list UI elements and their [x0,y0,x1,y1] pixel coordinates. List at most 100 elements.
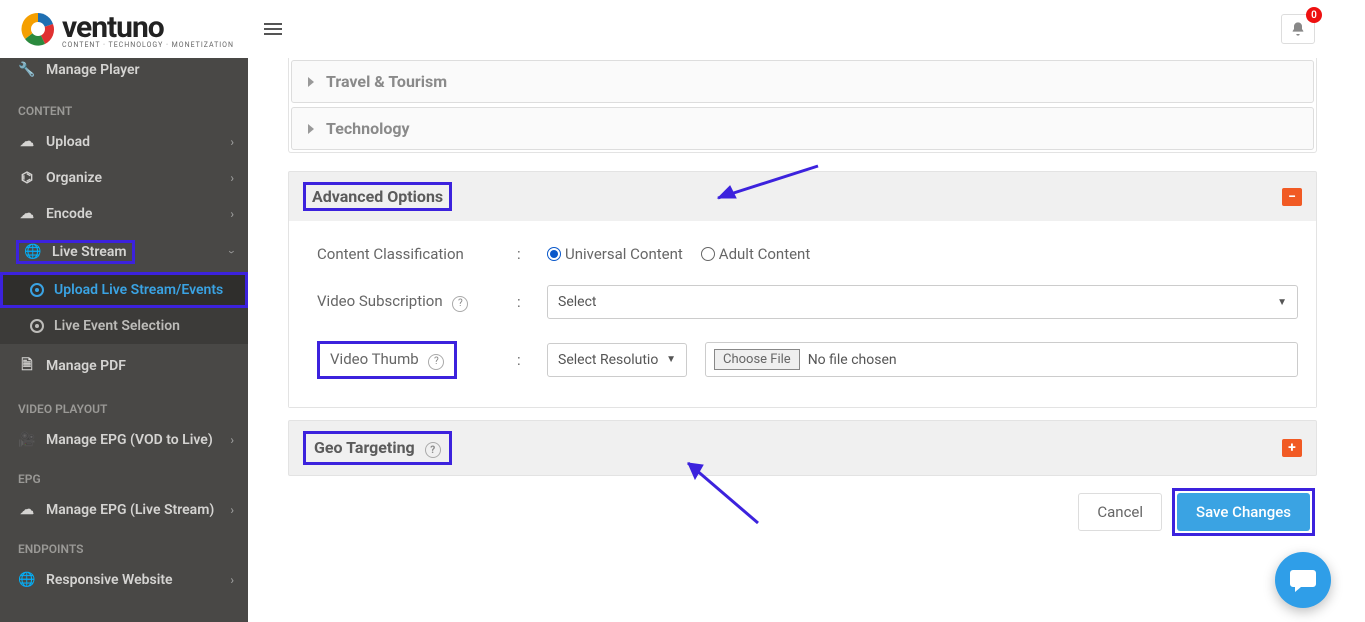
collapse-button[interactable]: − [1282,188,1302,206]
ventuno-logo-icon [20,11,56,47]
panel-title: Geo Targeting [314,438,415,457]
help-icon[interactable]: ? [452,296,468,312]
radio-label: Adult Content [719,245,810,263]
separator: : [517,293,547,311]
sidebar: 🔧 Manage Player CONTENT ☁ Upload › ⌬ Org… [0,58,248,622]
sidebar-item-organize[interactable]: ⌬ Organize › [0,160,248,196]
help-icon[interactable]: ? [425,442,441,458]
content-classification-label: Content Classification [307,245,517,263]
sidebar-label: Responsive Website [46,572,173,588]
sidebar-label: Manage Player [46,62,140,78]
chevron-right-icon: › [230,573,234,587]
sidebar-header-endpoints: ENDPOINTS [0,528,248,562]
wrench-icon: 🔧 [18,62,36,78]
caret-right-icon [308,124,314,134]
sidebar-header-epg: EPG [0,458,248,492]
cloud-upload-icon: ☁ [18,134,36,150]
sitemap-icon: ⌬ [18,170,36,186]
sidebar-label: Encode [46,206,92,222]
sidebar-label: Live Event Selection [54,318,180,334]
chevron-right-icon: › [230,433,234,447]
brand-logo[interactable]: ventuno CONTENT · TECHNOLOGY · MONETIZAT… [20,10,234,49]
separator: : [517,245,547,263]
sidebar-item-manage-player[interactable]: 🔧 Manage Player [0,58,248,90]
chevron-down-icon: ▼ [1277,297,1287,308]
universal-content-radio[interactable]: Universal Content [547,245,683,263]
adult-content-radio[interactable]: Adult Content [701,245,810,263]
notification-count-badge: 0 [1306,7,1322,23]
cloud-icon: ☁ [18,206,36,222]
video-subscription-label: Video Subscription [317,292,443,310]
chevron-right-icon: › [230,503,234,517]
main-content: Travel & Tourism Technology Advanced Opt… [248,58,1365,622]
document-icon: 🗎 [18,354,36,378]
file-status: No file chosen [808,352,897,368]
select-value: Select [558,294,596,310]
chevron-right-icon: › [230,207,234,221]
sidebar-label: Organize [46,170,102,186]
globe-icon: 🌐 [18,572,36,588]
category-travel-tourism[interactable]: Travel & Tourism [291,60,1314,103]
geo-targeting-header[interactable]: Geo Targeting ? + [289,421,1316,476]
chevron-right-icon: › [230,135,234,149]
category-label: Travel & Tourism [326,72,447,91]
help-icon[interactable]: ? [428,354,444,370]
chat-icon [1289,567,1317,593]
separator: : [517,351,547,369]
globe-icon: 🌐 [24,244,42,260]
save-changes-button[interactable]: Save Changes [1177,493,1310,531]
category-technology[interactable]: Technology [291,107,1314,150]
geo-targeting-panel: Geo Targeting ? + [288,420,1317,477]
brand-name: ventuno [62,10,234,45]
radio-label: Universal Content [565,245,683,263]
cancel-button[interactable]: Cancel [1078,493,1162,531]
sidebar-item-encode[interactable]: ☁ Encode › [0,196,248,232]
target-icon [30,319,44,333]
sidebar-item-live-stream[interactable]: 🌐 Live Stream › [0,232,248,272]
radio-icon [701,247,715,261]
sidebar-label: Manage PDF [46,358,126,374]
advanced-options-header[interactable]: Advanced Options − [289,172,1316,221]
form-actions: Cancel Save Changes [290,488,1315,536]
sidebar-label: Upload [46,134,90,150]
video-thumb-label: Video Thumb [330,350,419,368]
chevron-down-icon: › [225,250,239,254]
video-subscription-select[interactable]: Select ▼ [547,285,1298,319]
sidebar-label: Upload Live Stream/Events [54,282,223,298]
expand-button[interactable]: + [1282,439,1302,457]
chevron-right-icon: › [230,171,234,185]
sidebar-sub-upload-live-stream[interactable]: Upload Live Stream/Events [0,272,248,308]
advanced-options-panel: Advanced Options − Content Classificatio… [288,171,1317,408]
sidebar-item-upload[interactable]: ☁ Upload › [0,124,248,160]
select-value: Select Resolutio [558,352,658,368]
sidebar-item-manage-epg-live[interactable]: ☁ Manage EPG (Live Stream) › [0,492,248,528]
chat-widget-button[interactable] [1275,552,1331,608]
target-icon [30,283,44,297]
brand-tagline: CONTENT · TECHNOLOGY · MONETIZATION [62,41,234,49]
sidebar-header-video-playout: VIDEO PLAYOUT [0,388,248,422]
sidebar-header-content: CONTENT [0,90,248,124]
sidebar-label: Manage EPG (VOD to Live) [46,432,213,448]
sidebar-label: Manage EPG (Live Stream) [46,502,214,518]
category-label: Technology [326,119,410,138]
video-icon: 🎥 [18,432,36,448]
bell-icon [1290,21,1306,37]
radio-icon [547,247,561,261]
sidebar-sub-live-event-selection[interactable]: Live Event Selection [0,308,248,344]
caret-right-icon [308,77,314,87]
thumb-resolution-select[interactable]: Select Resolutio ▼ [547,343,687,377]
video-subscription-row: Video Subscription ? : Select ▼ [307,285,1298,319]
choose-file-button[interactable]: Choose File [714,349,800,370]
content-classification-row: Content Classification : Universal Conte… [307,245,1298,263]
menu-toggle-icon[interactable] [264,23,282,35]
cloud-icon: ☁ [18,502,36,518]
sidebar-item-manage-pdf[interactable]: 🗎 Manage PDF [0,344,248,388]
sidebar-item-manage-epg-vod[interactable]: 🎥 Manage EPG (VOD to Live) › [0,422,248,458]
sidebar-label: Live Stream [52,244,127,260]
panel-title: Advanced Options [312,187,443,206]
chevron-down-icon: ▼ [666,354,676,365]
video-thumb-row: Video Thumb ? : Select Resolutio ▼ Cho [307,341,1298,379]
sidebar-item-responsive-website[interactable]: 🌐 Responsive Website › [0,562,248,598]
notifications-button[interactable]: 0 [1281,14,1315,44]
topbar: ventuno CONTENT · TECHNOLOGY · MONETIZAT… [0,0,1365,58]
